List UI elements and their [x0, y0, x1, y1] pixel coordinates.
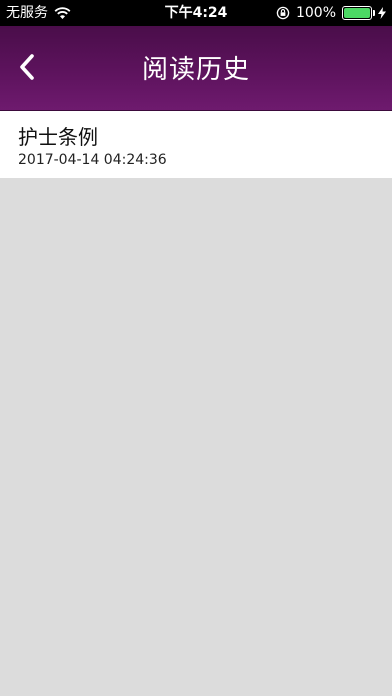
battery-level-fill — [344, 8, 370, 18]
charging-bolt-icon — [378, 7, 386, 19]
status-bar: 无服务 下午4:24 100% — [0, 0, 392, 26]
nav-bar: 阅读历史 — [0, 26, 392, 111]
status-right-group: 100% — [276, 0, 386, 26]
history-item-timestamp: 2017-04-14 04:24:36 — [18, 152, 167, 168]
page-title: 阅读历史 — [141, 55, 250, 85]
history-item-title: 护士条例 — [18, 125, 98, 149]
history-list: 护士条例 2017-04-14 04:24:36 — [0, 111, 392, 178]
history-item[interactable]: 护士条例 2017-04-14 04:24:36 — [0, 111, 392, 178]
reading-history-screen: 无服务 下午4:24 100% 阅读历史 护士条例 2017-04-14 04:… — [0, 0, 392, 696]
battery-percent: 100% — [295, 5, 336, 21]
battery-icon — [342, 6, 375, 20]
rotation-lock-icon — [276, 6, 290, 20]
